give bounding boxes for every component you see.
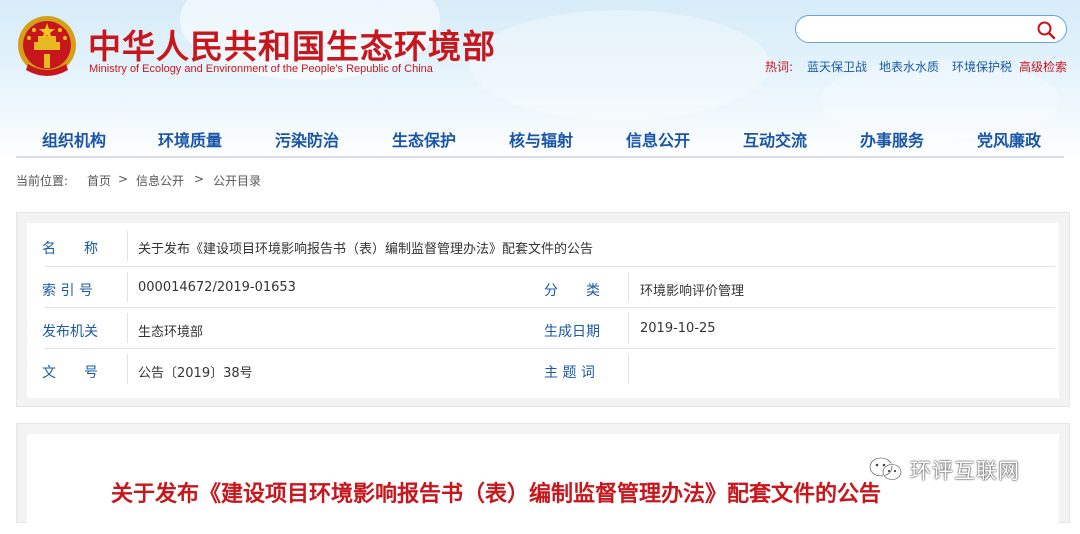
nav-item-interaction[interactable]: 互动交流 [743, 127, 807, 151]
cloud-decoration [470, 10, 770, 120]
date-label: 生成日期 [544, 324, 600, 340]
search-bar [795, 15, 1067, 43]
info-table: 名 称 关于发布《建设项目环境影响报告书（表）编制监督管理办法》配套文件的公告 … [27, 223, 1059, 398]
nav-item-organization[interactable]: 组织机构 [42, 127, 106, 151]
nav-item-ecology[interactable]: 生态保护 [392, 127, 456, 151]
info-panel: 名 称 关于发布《建设项目环境影响报告书（表）编制监督管理办法》配套文件的公告 … [16, 212, 1070, 407]
index-label: 索 引 号 [42, 283, 93, 299]
breadcrumb-home[interactable]: 首页 [87, 172, 111, 189]
row-divider [45, 266, 1055, 267]
search-icon[interactable] [1036, 20, 1056, 40]
divider [628, 272, 629, 302]
keywords-label: 主 题 词 [544, 365, 595, 381]
name-label: 名 称 [42, 241, 98, 257]
category-label: 分 类 [544, 283, 600, 299]
breadcrumb-separator: > [118, 172, 129, 186]
divider [127, 272, 128, 302]
wechat-icon [869, 457, 902, 481]
hot-link-env-tax[interactable]: 环境保护税 [952, 58, 1012, 75]
main-nav: 组织机构 环境质量 污染防治 生态保护 核与辐射 信息公开 互动交流 办事服务 … [16, 127, 1064, 157]
index-value: 000014672/2019-01653 [138, 280, 296, 295]
category-value: 环境影响评价管理 [640, 284, 745, 299]
divider [628, 313, 629, 343]
divider [628, 354, 629, 384]
nav-item-party[interactable]: 党风廉政 [977, 127, 1041, 151]
site-title[interactable]: 中华人民共和国生态环境部 [88, 20, 496, 68]
issuer-label: 发布机关 [42, 324, 98, 340]
name-value: 关于发布《建设项目环境影响报告书（表）编制监督管理办法》配套文件的公告 [138, 242, 594, 257]
doc-number-label: 文 号 [42, 365, 98, 381]
divider [127, 231, 128, 261]
breadcrumb-catalog[interactable]: 公开目录 [213, 172, 261, 189]
article-body: 关于发布《建设项目环境影响报告书（表）编制监督管理办法》配套文件的公告 [27, 434, 1059, 534]
issuer-value: 生态环境部 [138, 325, 204, 340]
nav-item-pollution[interactable]: 污染防治 [275, 127, 339, 151]
hot-link-blue-sky[interactable]: 蓝天保卫战 [807, 58, 867, 75]
divider [127, 354, 128, 384]
breadcrumb-info-public[interactable]: 信息公开 [136, 172, 184, 189]
search-input[interactable] [808, 20, 1027, 40]
divider [127, 313, 128, 343]
row-divider [45, 307, 1055, 308]
hot-link-surface-water[interactable]: 地表水水质 [879, 58, 939, 75]
site-subtitle: Ministry of Ecology and Environment of t… [89, 63, 433, 75]
watermark: 环评互联网 [910, 459, 1020, 483]
nav-item-info-public[interactable]: 信息公开 [626, 127, 690, 151]
advanced-search-link[interactable]: 高级检索 [1019, 58, 1067, 75]
nav-item-nuclear[interactable]: 核与辐射 [509, 127, 573, 151]
nav-divider [16, 156, 1064, 158]
hot-words-label: 热词: [765, 60, 794, 74]
nav-item-services[interactable]: 办事服务 [860, 127, 924, 151]
nav-item-env-quality[interactable]: 环境质量 [158, 127, 222, 151]
breadcrumb-separator: > [194, 172, 205, 186]
article-title: 关于发布《建设项目环境影响报告书（表）编制监督管理办法》配套文件的公告 [111, 482, 882, 507]
doc-number-value: 公告〔2019〕38号 [138, 366, 253, 381]
row-divider [45, 348, 1055, 349]
national-emblem-icon[interactable] [16, 14, 78, 80]
breadcrumb-label: 当前位置: [16, 174, 69, 188]
date-value: 2019-10-25 [640, 321, 716, 336]
